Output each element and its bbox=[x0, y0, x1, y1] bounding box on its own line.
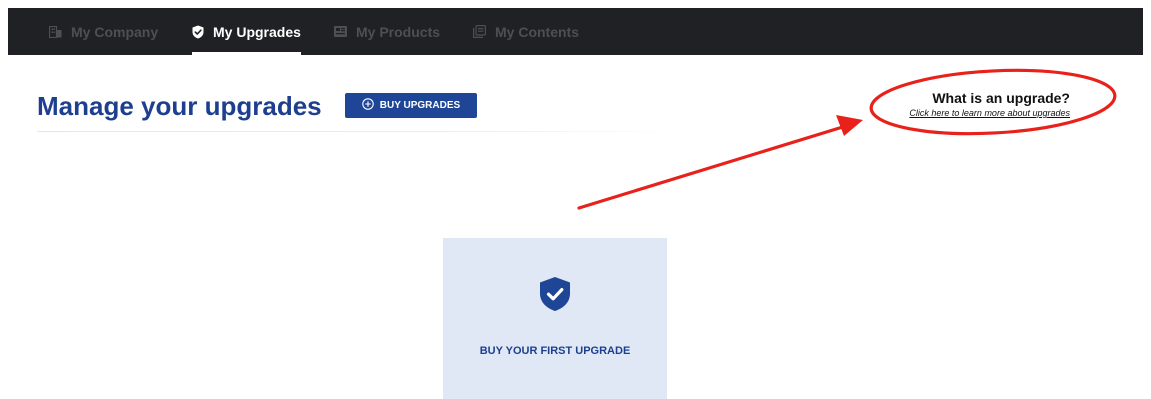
building-icon bbox=[49, 25, 62, 38]
top-navbar: My Company My Upgrades My Products My Co… bbox=[8, 8, 1143, 55]
buy-first-upgrade-card[interactable]: BUY YOUR FIRST UPGRADE bbox=[443, 238, 667, 399]
learn-more-link[interactable]: Click here to learn more about upgrades bbox=[884, 107, 1070, 120]
annotation-arrow-head bbox=[836, 115, 863, 136]
products-icon bbox=[334, 26, 347, 37]
tab-my-products[interactable]: My Products bbox=[334, 8, 440, 55]
page-title: Manage your upgrades bbox=[37, 91, 322, 121]
plus-circle-icon bbox=[362, 98, 374, 113]
buy-upgrades-label: BUY UPGRADES bbox=[379, 100, 461, 111]
shield-check-icon bbox=[539, 276, 571, 317]
tab-my-contents[interactable]: My Contents bbox=[473, 8, 579, 55]
shield-check-icon bbox=[192, 25, 204, 39]
buy-upgrades-button[interactable]: BUY UPGRADES bbox=[345, 93, 477, 118]
annotation-arrow-shaft bbox=[577, 124, 848, 210]
tab-label: My Upgrades bbox=[213, 23, 301, 40]
tab-label: My Company bbox=[71, 23, 159, 40]
info-heading: What is an upgrade? bbox=[932, 90, 1070, 106]
tab-label: My Products bbox=[356, 23, 441, 40]
title-divider bbox=[37, 131, 677, 132]
upgrade-info: What is an upgrade? Click here to learn … bbox=[884, 89, 1070, 120]
contents-icon bbox=[473, 25, 486, 38]
tab-my-company[interactable]: My Company bbox=[49, 8, 158, 55]
tab-label: My Contents bbox=[495, 23, 579, 40]
tab-my-upgrades[interactable]: My Upgrades bbox=[192, 8, 301, 55]
buy-first-upgrade-label: BUY YOUR FIRST UPGRADE bbox=[479, 345, 631, 357]
